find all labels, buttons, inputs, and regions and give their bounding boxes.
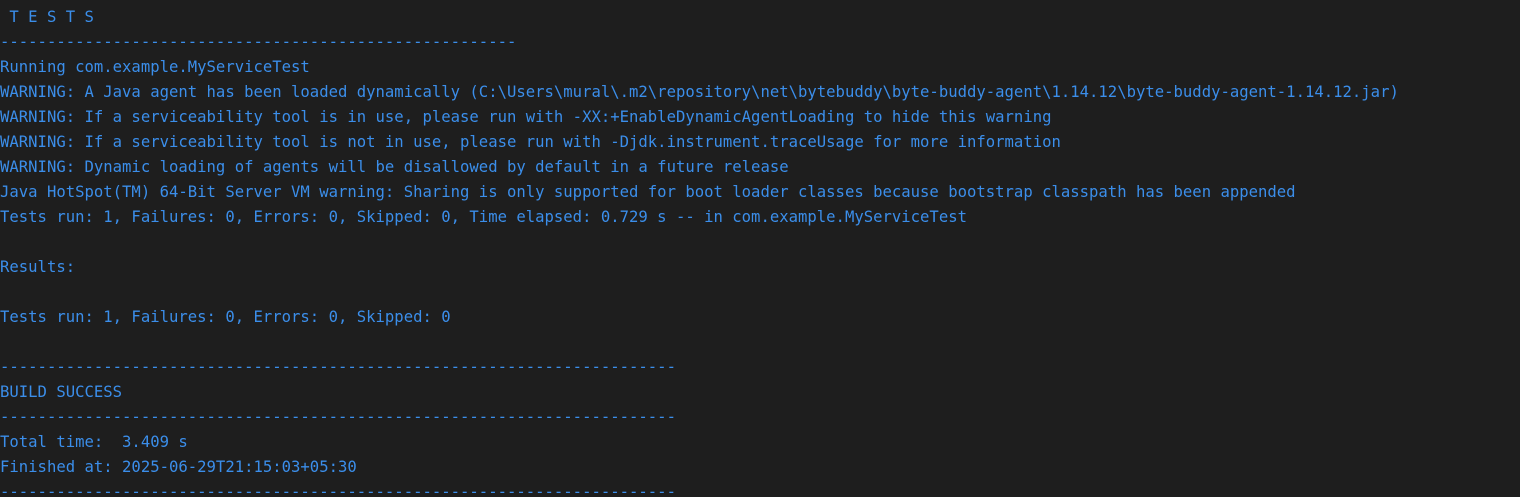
- running-test-line: Running com.example.MyServiceTest: [0, 58, 310, 76]
- terminal-lines: T E S T S ------------------------------…: [0, 5, 1399, 497]
- tests-header: T E S T S: [0, 8, 94, 26]
- results-heading: Results:: [0, 258, 76, 276]
- separator-line: ----------------------------------------…: [0, 33, 517, 51]
- results-summary-line: Tests run: 1, Failures: 0, Errors: 0, Sk…: [0, 308, 451, 326]
- test-summary-line: Tests run: 1, Failures: 0, Errors: 0, Sk…: [0, 208, 967, 226]
- warning-line: WARNING: If a serviceability tool is not…: [0, 133, 1061, 151]
- finished-at-line: Finished at: 2025-06-29T21:15:03+05:30: [0, 458, 357, 476]
- warning-line: WARNING: If a serviceability tool is in …: [0, 108, 1052, 126]
- terminal-output[interactable]: T E S T S ------------------------------…: [0, 0, 1520, 497]
- warning-line: WARNING: A Java agent has been loaded dy…: [0, 83, 1399, 101]
- separator-line: ----------------------------------------…: [0, 408, 676, 426]
- warning-line: WARNING: Dynamic loading of agents will …: [0, 158, 789, 176]
- separator-line: ----------------------------------------…: [0, 483, 676, 497]
- build-status: BUILD SUCCESS: [0, 383, 123, 401]
- separator-line: ----------------------------------------…: [0, 358, 676, 376]
- vm-warning-line: Java HotSpot(TM) 64-Bit Server VM warnin…: [0, 183, 1296, 201]
- total-time-line: Total time: 3.409 s: [0, 433, 188, 451]
